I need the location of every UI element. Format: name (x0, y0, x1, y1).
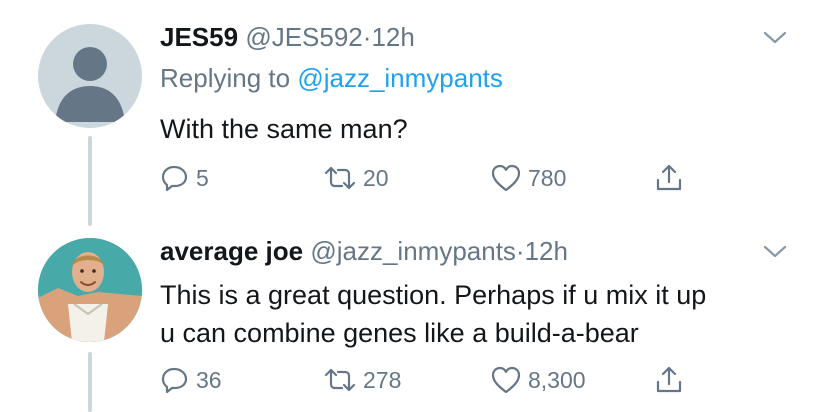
tweet-text-line: u can combine genes like a build-a-bear (160, 318, 639, 348)
avatar-photo[interactable] (38, 238, 142, 342)
like-count: 780 (528, 164, 567, 191)
mention-link[interactable]: @jazz_inmypants (297, 63, 503, 93)
chevron-down-icon[interactable] (762, 30, 788, 46)
share-icon (656, 366, 682, 393)
reply-count: 5 (196, 164, 209, 191)
display-name[interactable]: average joe (160, 236, 303, 266)
tweet-text-line: This is a great question. Perhaps if u m… (160, 280, 707, 310)
basketball-player-photo-icon (38, 238, 142, 342)
thread-line (88, 136, 92, 226)
reply-button[interactable]: 36 (160, 365, 222, 395)
heart-icon (491, 366, 521, 394)
retweet-count: 278 (363, 366, 402, 393)
avatar-default[interactable] (38, 24, 142, 128)
separator-dot: · (515, 236, 525, 266)
tweet-text: With the same man? (160, 110, 408, 148)
tweet-text-line: With the same man? (160, 114, 408, 144)
share-button[interactable] (654, 365, 684, 395)
tweet-jes59[interactable]: JES59 @JES592·12h Replying to @jazz_inmy… (0, 0, 828, 230)
retweet-button[interactable]: 20 (323, 163, 389, 193)
replying-to: Replying to @jazz_inmypants (160, 63, 503, 94)
retweet-count: 20 (363, 164, 389, 191)
user-handle[interactable]: @jazz_inmypants (310, 236, 516, 266)
like-button[interactable]: 780 (490, 163, 566, 193)
retweet-icon (324, 368, 356, 392)
reply-icon (161, 367, 188, 394)
action-bar: 36 278 8,300 (160, 365, 720, 395)
action-bar: 5 20 780 (160, 163, 720, 193)
display-name[interactable]: JES59 (160, 22, 238, 52)
timestamp[interactable]: 12h (525, 236, 568, 266)
like-button[interactable]: 8,300 (490, 365, 586, 395)
default-avatar-silhouette-icon (55, 47, 125, 122)
share-icon (656, 164, 682, 191)
tweet-average-joe[interactable]: average joe @jazz_inmypants·12h This is … (0, 230, 828, 412)
chevron-down-icon[interactable] (762, 244, 788, 260)
retweet-icon (324, 166, 356, 190)
share-button[interactable] (654, 163, 684, 193)
timestamp[interactable]: 12h (371, 22, 414, 52)
heart-icon (491, 164, 521, 192)
reply-button[interactable]: 5 (160, 163, 209, 193)
user-handle[interactable]: @JES592 (245, 22, 362, 52)
reply-count: 36 (196, 366, 222, 393)
replying-prefix: Replying to (160, 63, 291, 93)
reply-icon (161, 165, 188, 192)
tweet-header: average joe @jazz_inmypants·12h (160, 236, 568, 267)
like-count: 8,300 (528, 366, 586, 393)
tweet-text: This is a great question. Perhaps if u m… (160, 276, 706, 352)
retweet-button[interactable]: 278 (323, 365, 401, 395)
thread-line (88, 352, 92, 412)
tweet-header: JES59 @JES592·12h (160, 22, 415, 53)
